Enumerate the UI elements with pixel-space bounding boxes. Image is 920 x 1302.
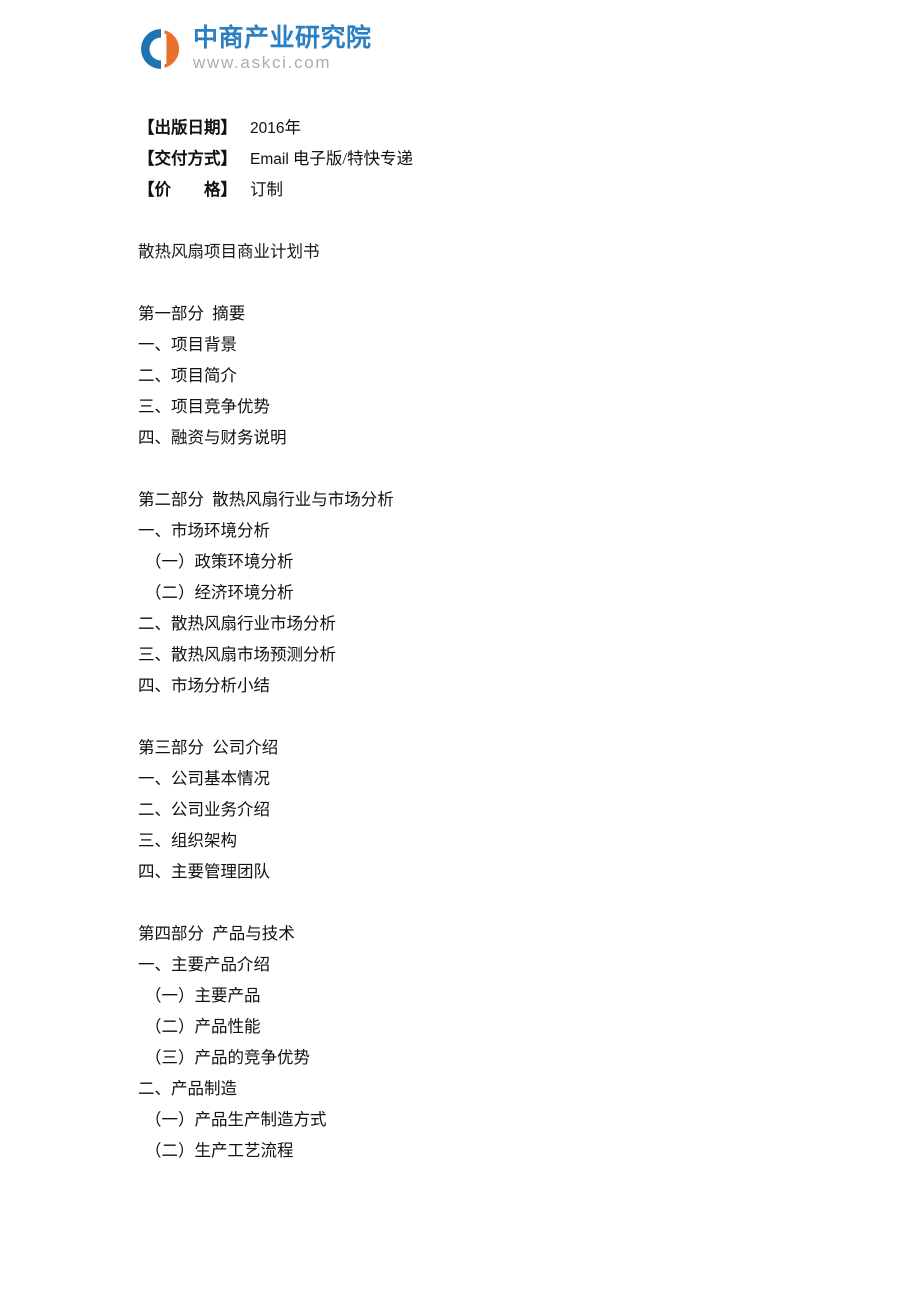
- toc-item: 四、市场分析小结: [138, 676, 270, 695]
- toc-subitem: （三）产品的竞争优势: [145, 1048, 310, 1067]
- toc-subitem: （二）产品性能: [145, 1017, 261, 1036]
- toc-item: 一、项目背景: [138, 335, 237, 354]
- toc-subitem: （一）产品生产制造方式: [145, 1110, 327, 1129]
- toc-item: 三、项目竞争优势: [138, 397, 270, 416]
- delivery-label: 【交付方式】: [138, 149, 237, 168]
- toc-item: 二、公司业务介绍: [138, 800, 270, 819]
- toc-subitem: （二）生产工艺流程: [145, 1141, 294, 1160]
- part-heading: 第二部分 散热风扇行业与市场分析: [138, 490, 394, 509]
- toc-subitem: （一）主要产品: [145, 986, 261, 1005]
- toc-item: 四、融资与财务说明: [138, 428, 287, 447]
- toc-item: 一、市场环境分析: [138, 521, 270, 540]
- part-heading: 第四部分 产品与技术: [138, 924, 295, 943]
- delivery-methods: 电子版/特快专递: [292, 149, 413, 168]
- company-name: 中商产业研究院: [193, 24, 372, 52]
- meta-price: 【价 格】 订制: [138, 174, 838, 205]
- toc-subitem: （二）经济环境分析: [145, 583, 294, 602]
- company-website: www.askci.com: [193, 53, 332, 72]
- parts-container: 第一部分 摘要 一、项目背景 二、项目简介三、项目竞争优势 四、融资与财务说明第二部分…: [138, 267, 838, 1166]
- document-body: 【出版日期】 2016年 【交付方式】 Email 电子版/特快专递 【价 格】 订制…: [138, 112, 838, 1166]
- document-title: 散热风扇项目商业计划书: [138, 242, 320, 261]
- delivery-email: Email: [250, 151, 289, 168]
- toc-item: 二、散热风扇行业市场分析: [138, 614, 336, 633]
- logo-text: 中商产业研究院 www.askci.com: [193, 24, 372, 73]
- toc-subitem: （一）政策环境分析: [145, 552, 294, 571]
- publish-date-unit: 年: [284, 118, 301, 137]
- publish-date-label: 【出版日期】: [138, 118, 237, 137]
- meta-delivery: 【交付方式】 Email 电子版/特快专递: [138, 143, 838, 174]
- toc-item: 一、主要产品介绍: [138, 955, 270, 974]
- price-value: 订制: [250, 180, 283, 199]
- askci-logo-icon: [138, 26, 184, 72]
- toc-item: 二、产品制造: [138, 1079, 237, 1098]
- publish-date-year: 2016: [250, 120, 285, 137]
- company-logo: 中商产业研究院 www.askci.com: [138, 24, 372, 73]
- toc-item: 三、组织架构: [138, 831, 237, 850]
- part-heading: 第三部分 公司介绍: [138, 738, 279, 757]
- toc-item: 四、主要管理团队: [138, 862, 270, 881]
- document-page: 中商产业研究院 www.askci.com 【出版日期】 2016年 【交付方式】…: [0, 0, 920, 1302]
- toc-item: 三、散热风扇市场预测分析: [138, 645, 336, 664]
- toc-item: 一、公司基本情况: [138, 769, 270, 788]
- meta-publish-date: 【出版日期】 2016年: [138, 112, 838, 143]
- part-heading: 第一部分 摘要: [138, 304, 246, 323]
- toc-item: 二、项目简介: [138, 366, 237, 385]
- price-label: 【价 格】: [138, 180, 237, 199]
